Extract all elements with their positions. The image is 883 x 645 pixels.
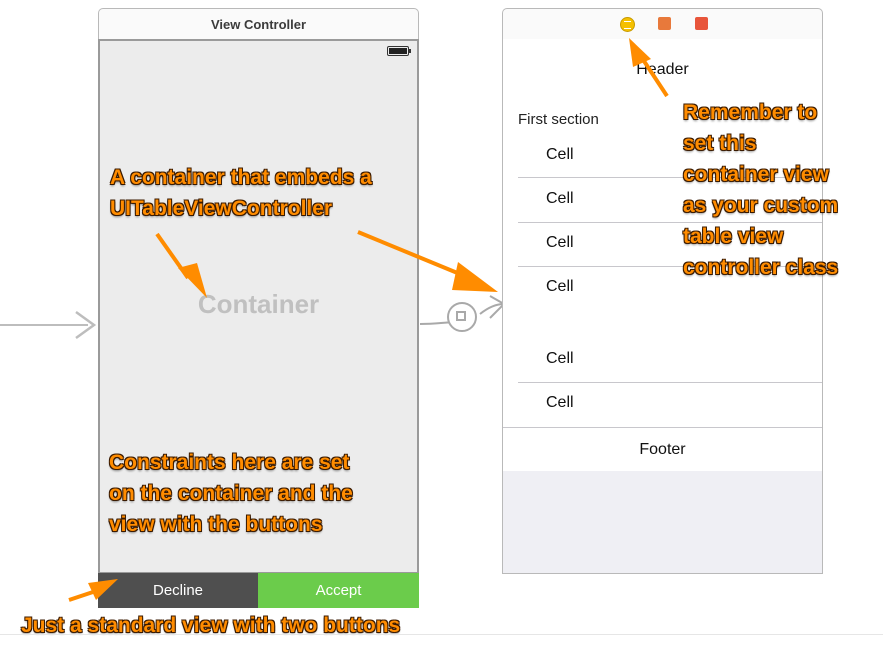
annotation-line: table view — [683, 225, 784, 248]
annotation-line: A container that embeds a — [110, 166, 372, 189]
annotation-line: view with the buttons — [109, 513, 323, 536]
annotation-line: on the container and the — [109, 482, 353, 505]
annotation-line: set this — [683, 132, 757, 155]
annotation-line: as your custom — [683, 194, 839, 217]
annotation-line: container view — [683, 163, 829, 186]
annotation-container-note: A container that embeds a UITableViewCon… — [110, 162, 372, 224]
annotation-line: UITableViewController — [110, 197, 333, 220]
canvas-bottom-divider — [0, 634, 883, 635]
annotation-line: Constraints here are set — [109, 451, 350, 474]
annotation-line: Remember to — [683, 101, 818, 124]
annotation-class-note: Remember to set this container view as y… — [683, 97, 838, 283]
annotation-buttons-note: Just a standard view with two buttons — [21, 614, 401, 637]
annotation-line: controller class — [683, 256, 839, 279]
annotation-constraints-note: Constraints here are set on the containe… — [109, 447, 353, 540]
